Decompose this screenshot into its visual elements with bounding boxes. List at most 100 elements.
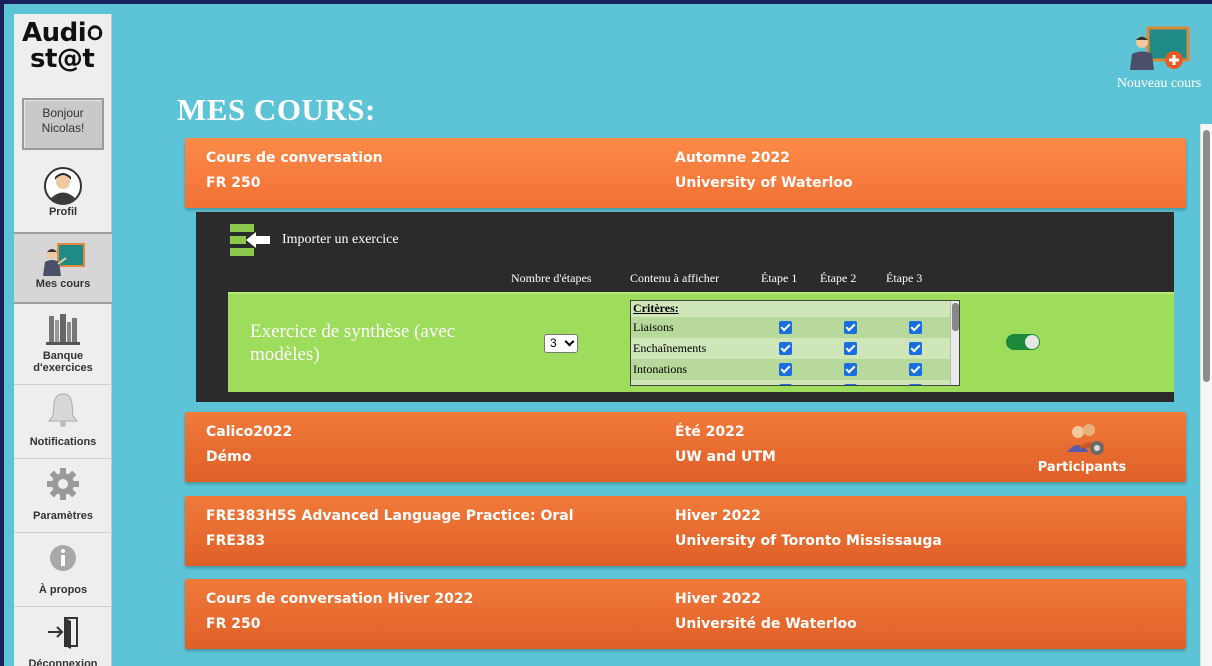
sidebar-item-label: Notifications (29, 436, 97, 448)
toggle-knob (1025, 335, 1039, 349)
course-code: FR 250 (206, 175, 261, 191)
criteria-row: Liaisons (631, 317, 951, 338)
step2-checkbox[interactable] (844, 384, 857, 385)
step3-checkbox[interactable] (909, 321, 922, 334)
headphone-o-icon (86, 21, 104, 41)
exercise-row[interactable]: Exercice de synthèse (avec modèles) 3 Cr… (228, 292, 1174, 392)
criteria-row: Enchaînements (631, 338, 951, 359)
exercise-name: Exercice de synthèse (avec modèles) (250, 321, 456, 365)
sidebar-item-profil[interactable]: Profil (14, 162, 112, 234)
course-term: Automne 2022 (675, 150, 791, 166)
participants-icon (1065, 422, 1107, 462)
course-name: FRE383H5S Advanced Language Practice: Or… (206, 508, 574, 524)
criteria-scrollbar-thumb[interactable] (952, 303, 959, 331)
step3-checkbox[interactable] (909, 384, 922, 385)
step2-checkbox[interactable] (844, 363, 857, 376)
criteria-list[interactable]: Critères: Liaisons Enchaînements Intonat… (630, 300, 960, 386)
sidebar-item-mes-cours[interactable]: Mes cours (14, 232, 112, 304)
sidebar-item-banque-exercices[interactable]: Banque d'exercices (14, 306, 112, 378)
course-card[interactable]: Cours de conversation Hiver 2022 FR 250 … (185, 579, 1186, 649)
info-icon (40, 538, 86, 578)
steps-select[interactable]: 3 (544, 334, 578, 353)
course-institution: University of Toronto Mississauga (675, 533, 942, 549)
course-institution: Université de Waterloo (675, 616, 857, 632)
column-header-step3: Étape 3 (886, 271, 923, 285)
course-term: Été 2022 (675, 424, 745, 440)
criteria-row: Intonations (631, 359, 951, 380)
divider (14, 384, 112, 385)
import-exercise-label: Importer un exercice (282, 232, 399, 247)
course-institution: UW and UTM (675, 449, 776, 465)
column-header-step1: Étape 1 (761, 271, 798, 285)
sidebar-item-parametres[interactable]: Paramètres (14, 460, 112, 532)
sidebar-item-deconnexion[interactable]: Déconnexion (14, 608, 112, 666)
sidebar-item-label: Profil (48, 206, 78, 218)
page-scrollbar[interactable] (1200, 124, 1212, 666)
step1-checkbox[interactable] (779, 363, 792, 376)
bell-icon (40, 390, 86, 430)
step1-checkbox[interactable] (779, 384, 792, 385)
course-name: Cours de conversation (206, 150, 383, 166)
course-term: Hiver 2022 (675, 508, 761, 524)
sidebar-item-label: Paramètres (33, 510, 93, 522)
course-name: Calico2022 (206, 424, 293, 440)
steps-select-value: 3 (550, 336, 557, 350)
course-term: Hiver 2022 (675, 591, 761, 607)
greeting-badge: Bonjour Nicolas! (22, 98, 104, 150)
import-exercise-button[interactable]: Importer un exercice (228, 222, 438, 262)
logo-text-line2: st@t (30, 44, 95, 74)
gear-icon (40, 464, 86, 504)
exercise-enabled-toggle[interactable] (1006, 334, 1040, 350)
profile-avatar-icon (40, 166, 86, 206)
sidebar-item-label: À propos (38, 584, 88, 596)
criteria-scrollbar[interactable] (950, 301, 959, 385)
course-name: Cours de conversation Hiver 2022 (206, 591, 474, 607)
bookshelf-icon (40, 310, 86, 350)
course-code: FR 250 (206, 616, 261, 632)
course-code: FRE383 (206, 533, 266, 549)
column-header-step2: Étape 2 (820, 271, 857, 285)
step1-checkbox[interactable] (779, 321, 792, 334)
teacher-board-icon (40, 238, 86, 278)
column-header-steps: Nombre d'étapes (511, 271, 592, 285)
page-title: MES COURS: (177, 92, 376, 127)
sidebar-item-notifications[interactable]: Notifications (14, 386, 112, 458)
step3-checkbox[interactable] (909, 363, 922, 376)
page-scrollbar-thumb[interactable] (1203, 130, 1210, 382)
course-code: Démo (206, 449, 252, 465)
audiostat-logo[interactable]: Audi st@t (22, 20, 108, 88)
course-institution: University of Waterloo (675, 175, 853, 191)
sidebar-item-label: Mes cours (35, 278, 91, 290)
step2-checkbox[interactable] (844, 321, 857, 334)
import-icon (228, 222, 272, 264)
new-course-icon (1128, 24, 1192, 78)
criteria-header: Critères: (631, 301, 951, 317)
sidebar-item-label-line2: d'exercices (33, 362, 93, 374)
criteria-row-partial (631, 380, 951, 385)
divider (14, 606, 112, 607)
step2-checkbox[interactable] (844, 342, 857, 355)
participants-label: Participants (1037, 460, 1127, 475)
sidebar: Audi st@t Bonjour Nicolas! Profil Mes co… (14, 14, 112, 666)
new-course-label: Nouveau cours (1116, 76, 1202, 91)
sidebar-item-a-propos[interactable]: À propos (14, 534, 112, 606)
divider (14, 458, 112, 459)
divider (14, 532, 112, 533)
sidebar-item-label: Banque (42, 350, 84, 362)
criteria-label: Intonations (633, 362, 687, 376)
new-course-button[interactable]: Nouveau cours (1106, 24, 1212, 94)
step1-checkbox[interactable] (779, 342, 792, 355)
greeting-line2: Nicolas! (41, 121, 85, 135)
greeting-line1: Bonjour (42, 106, 84, 120)
participants-button[interactable]: Participants (1037, 422, 1127, 478)
course-card[interactable]: FRE383H5S Advanced Language Practice: Or… (185, 496, 1186, 566)
chevron-down-icon (564, 336, 575, 347)
column-header-content: Contenu à afficher (630, 271, 720, 285)
criteria-label: Liaisons (633, 320, 674, 334)
criteria-label: Enchaînements (633, 341, 707, 355)
logout-door-icon (40, 612, 86, 652)
course-card[interactable]: Calico2022 Démo Été 2022 UW and UTM Part… (185, 412, 1186, 482)
course-card[interactable]: Cours de conversation FR 250 Automne 202… (185, 138, 1186, 208)
step3-checkbox[interactable] (909, 342, 922, 355)
course-exercises-panel: Importer un exercice Nombre d'étapes Con… (196, 212, 1174, 402)
